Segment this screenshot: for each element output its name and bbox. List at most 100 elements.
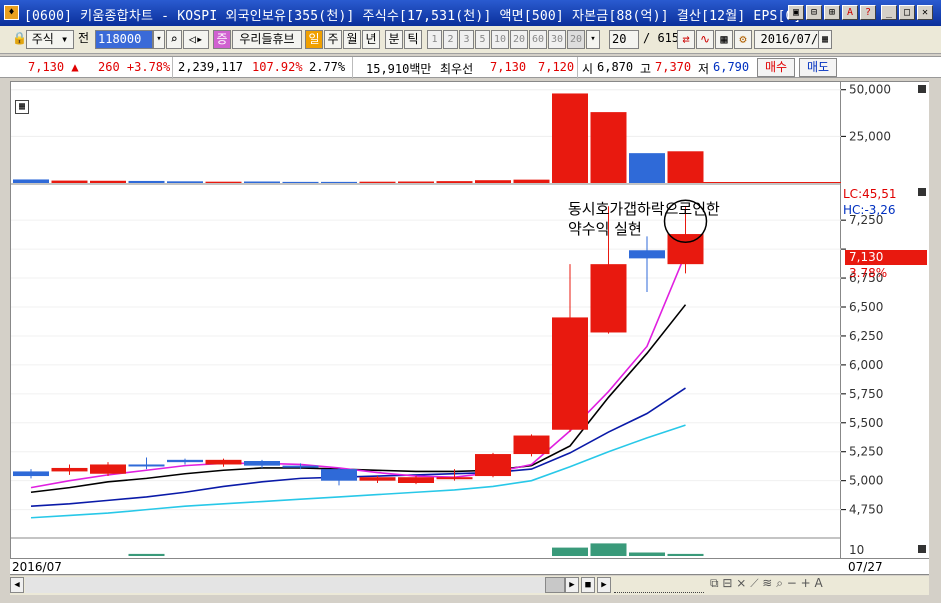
window-pin-icon[interactable]: ⊞ [824, 5, 840, 20]
zoom-out-icon[interactable]: − [787, 576, 797, 590]
current-pct-tag: 3.78% [849, 266, 888, 280]
window-style-icon[interactable]: A [842, 5, 858, 20]
calendar-icon[interactable]: ▦ [818, 30, 832, 49]
panel-close-icon[interactable] [918, 85, 926, 93]
drawing-tools[interactable]: ⧉ ⊟ ⨯ ⟋ ≋ ⌕ − + A [710, 576, 823, 591]
chart-annotation: 동시호가갭하락으로인한 약수익 실현 [568, 199, 720, 239]
interval-60[interactable]: 60 [529, 30, 547, 49]
lock-icon[interactable]: 🔒 [12, 30, 27, 49]
interval-2[interactable]: 2 [443, 30, 458, 49]
zoom-slider[interactable] [614, 577, 704, 593]
interval-5[interactable]: 5 [475, 30, 490, 49]
tab-tick[interactable]: 틱 [404, 30, 422, 49]
scroll-track[interactable] [25, 577, 545, 593]
candle-body [167, 459, 203, 463]
volume-bar [513, 179, 550, 183]
play-icon[interactable]: ▶ [597, 577, 611, 593]
open-label: 시 [582, 62, 594, 76]
interval-30[interactable]: 30 [548, 30, 566, 49]
scroll-thumb[interactable] [545, 577, 565, 593]
best-bid: 7,120 [538, 60, 575, 74]
help-icon[interactable]: ? [860, 5, 876, 20]
price-tick-label: 6,250 [849, 329, 883, 343]
close-button[interactable]: ✕ [917, 5, 933, 20]
current-price-tag: 7,130 [845, 250, 927, 265]
cross-icon[interactable]: ⨯ [736, 576, 746, 590]
candle-body [359, 477, 396, 481]
indicator-icon[interactable]: ∿ [696, 30, 714, 49]
volume-tick-label: 25,000 [849, 129, 891, 143]
stock-code-input[interactable]: 118000 [95, 30, 153, 49]
copy-icon[interactable]: ⧉ [710, 576, 719, 590]
minimize-button[interactable]: _ [881, 5, 897, 20]
annotation-line-1: 동시호가갭하락으로인한 [568, 200, 720, 218]
fib-tool-icon[interactable]: ≋ [762, 576, 772, 590]
candle-body [552, 317, 588, 430]
candle-body [205, 459, 242, 465]
tab-minute[interactable]: 분 [385, 30, 403, 49]
scroll-left-button[interactable]: ◀ [10, 577, 24, 593]
candle-body [90, 464, 126, 474]
search-icon[interactable]: ⌕ [166, 30, 182, 49]
scroll-control-bar: ◀ ▶ ■ ▶ ⧉ ⊟ ⨯ ⟋ ≋ ⌕ − + A [10, 576, 929, 595]
market-select[interactable]: 주식 ▾ [26, 30, 74, 49]
indicator-bar [590, 543, 627, 556]
scroll-right-button[interactable]: ▶ [565, 577, 579, 593]
chart-area[interactable]: ▦ 동시호가갭하락으로인한 약수익 실현 [10, 81, 842, 559]
interval-dropdown-icon[interactable]: ▾ [586, 30, 600, 49]
high-label: 고 [640, 62, 652, 76]
candle-body [590, 264, 627, 333]
market-select-label: 주식 [31, 32, 54, 46]
grid-icon[interactable]: ▦ [715, 30, 733, 49]
interval-custom[interactable]: 20 [567, 30, 585, 49]
volume-bar [590, 112, 627, 183]
zoom-in-icon[interactable]: + [801, 576, 811, 590]
interval-10[interactable]: 10 [491, 30, 509, 49]
layout-icon[interactable]: ⊟ [722, 576, 732, 590]
settings-gear-icon[interactable]: ⚙ [734, 30, 752, 49]
date-start: 2016/07 [12, 560, 62, 574]
count-input[interactable]: 20 [609, 30, 639, 49]
code-dropdown-icon[interactable]: ▾ [153, 30, 165, 49]
trade-amount: 15,910백만 [366, 62, 432, 76]
indicator-bar [552, 547, 588, 556]
tab-day[interactable]: 일 [305, 30, 323, 49]
window-title: [0600] 키움종합차트 - KOSPI 외국인보유[355(천)] 주식수[… [24, 9, 818, 24]
stop-icon[interactable]: ■ [581, 577, 595, 593]
tab-week[interactable]: 주 [324, 30, 342, 49]
buy-button[interactable]: 매수 [757, 58, 795, 77]
interval-1[interactable]: 1 [427, 30, 442, 49]
window-tile-icon[interactable]: ▣ [788, 5, 804, 20]
volume-bar [436, 181, 473, 183]
candle-body [282, 465, 319, 468]
candle-body [51, 467, 88, 472]
low-price: 6,790 [713, 60, 750, 74]
trade-volume: 2,239,117 [178, 60, 244, 74]
total-count: / 615 [643, 31, 680, 45]
window-link-icon[interactable]: ⊟ [806, 5, 822, 20]
text-tool-icon[interactable]: A [815, 576, 823, 590]
date-axis: 2016/07 07/27 [10, 559, 929, 575]
volume-bar [13, 179, 49, 183]
interval-3[interactable]: 3 [459, 30, 474, 49]
scroll-icon[interactable]: ⇄ [677, 30, 695, 49]
price-info-row: 7,130 ▲ 260 +3.78% 2,239,117 107.92% 2.7… [0, 56, 941, 79]
tab-year[interactable]: 년 [362, 30, 380, 49]
sell-button[interactable]: 매도 [799, 58, 837, 77]
price-tick-label: 5,500 [849, 416, 883, 430]
volume-bar [552, 93, 588, 183]
chart-grid-icon[interactable]: ▦ [15, 100, 29, 114]
divider [172, 57, 173, 79]
interval-20[interactable]: 20 [510, 30, 528, 49]
maximize-button[interactable]: □ [899, 5, 915, 20]
price-tick-label: 6,000 [849, 358, 883, 372]
speaker-icon[interactable]: ◁▸ [183, 30, 209, 49]
indicator-bar [629, 552, 665, 556]
panel-close-icon[interactable] [918, 188, 926, 196]
line-tool-icon[interactable]: ⟋ [750, 576, 758, 590]
open-price: 6,870 [597, 60, 634, 74]
tab-month[interactable]: 월 [343, 30, 361, 49]
current-price: 7,130 ▲ [28, 60, 79, 74]
panel-close-icon[interactable] [918, 545, 926, 553]
zoom-icon[interactable]: ⌕ [776, 576, 783, 590]
